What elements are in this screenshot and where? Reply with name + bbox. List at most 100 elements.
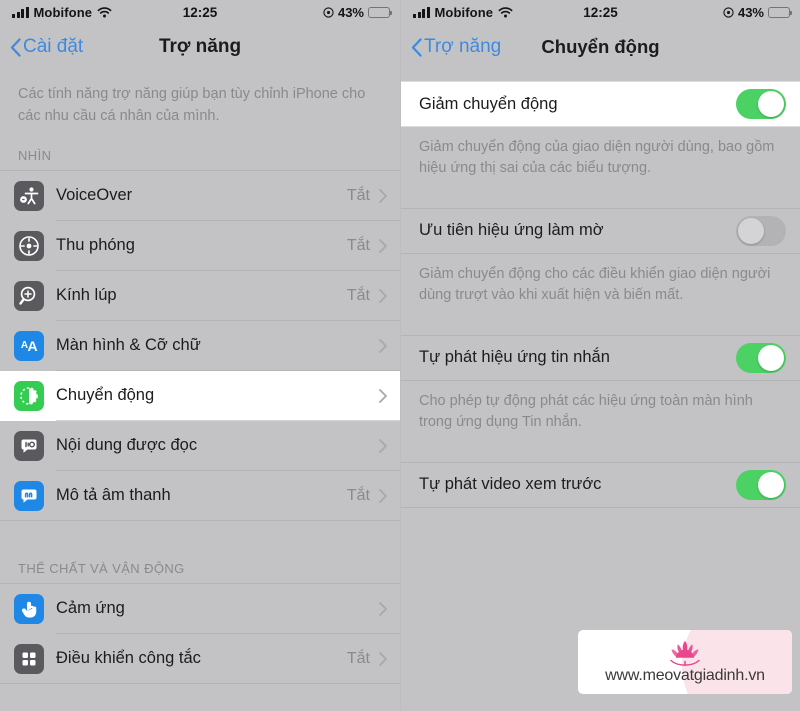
setting-row-auto-play-message-effects[interactable]: Tự phát hiệu ứng tin nhắn [401,334,800,381]
chevron-right-icon [379,288,387,303]
sidebar-item-label: Kính lúp [56,286,117,304]
chevron-right-icon [379,388,387,403]
accessibility-intro-text: Các tính năng trợ năng giúp bạn tùy chỉn… [18,86,366,124]
lotus-flower-icon [670,640,700,666]
watermark-content: www.meovatgiadinh.vn [578,630,792,694]
cellular-bars-icon [12,6,29,18]
wifi-icon [498,6,513,18]
chevron-right-icon [379,338,387,353]
nav-bar-left: Cài đặt Trợ năng [0,24,400,70]
location-services-icon [723,6,734,18]
status-bar-left: Mobifone 12:25 43% [0,0,400,24]
sidebar-item-spoken-content[interactable]: Nội dung được đọc [0,421,400,471]
chevron-left-icon [10,37,21,57]
toggle-auto-play-message-effects[interactable] [736,342,786,373]
toggle-knob [758,471,784,498]
setting-description-auto-play-message-effects: Cho phép tự động phát các hiệu ứng toàn … [419,392,753,431]
sidebar-item-value: Tắt [346,486,370,504]
setting-row-reduce-motion[interactable]: Giảm chuyển động [401,81,800,127]
battery-percent-label: 43% [337,4,364,20]
sidebar-item-label: Chuyển động [56,386,155,404]
toggle-auto-play-video-previews[interactable] [736,469,786,500]
sidebar-item-value: Tắt [346,186,370,204]
toggle-knob [738,217,764,244]
sidebar-item-label: Cảm ứng [56,599,125,617]
dual-screenshot-container: Mobifone 12:25 43% Cài đặt Trợ năng Các … [0,0,800,711]
setting-label: Ưu tiên hiệu ứng làm mờ [419,221,604,240]
sidebar-item-value: Tắt [346,649,370,667]
chevron-right-icon [379,438,387,453]
location-services-icon [323,6,334,18]
back-button-label: Cài đặt [23,36,84,57]
vision-settings-list: VoiceOver Tắt Thu phóng Tắt Kính lúp Tắt [0,169,400,521]
sidebar-item-motion[interactable]: Chuyển động [0,370,400,421]
top-gap [401,70,800,81]
chevron-right-icon [379,601,387,616]
cellular-bars-icon [413,6,430,18]
back-button-settings[interactable]: Cài đặt [10,36,83,58]
carrier-label: Mobifone [33,4,93,20]
touch-icon [14,593,44,624]
display-text-icon: AA [14,330,44,361]
chevron-right-icon [379,238,387,253]
audio-desc-icon [14,480,44,511]
setting-row-prefer-cross-fade[interactable]: Ưu tiên hiệu ứng làm mờ [401,207,800,254]
sidebar-item-audio-descriptions[interactable]: Mô tả âm thanh Tắt [0,471,400,521]
row-gap [401,194,800,208]
toggle-reduce-motion[interactable] [736,89,786,119]
status-bar-left-group: Mobifone [413,5,513,20]
back-button-label: Trợ năng [424,36,502,57]
status-bar-left-group: Mobifone [12,5,112,20]
sidebar-item-display-text-size[interactable]: AA Màn hình & Cỡ chữ [0,321,400,371]
nav-bar-right: Trợ năng Chuyển động [401,24,800,70]
sidebar-item-zoom[interactable]: Thu phóng Tắt [0,221,400,271]
watermark-badge: www.meovatgiadinh.vn [578,630,792,694]
status-bar-right-group: 43% [723,4,793,20]
carrier-label: Mobifone [434,4,494,20]
setting-description-reduce-motion: Giảm chuyển động của giao diện người dùn… [419,139,775,177]
section-header-vision: NHÌN [18,147,52,163]
toggle-knob [758,344,784,371]
sidebar-item-magnifier[interactable]: Kính lúp Tắt [0,271,400,321]
right-phone-screen: Mobifone 12:25 43% Trợ năng Chuyển động … [400,0,800,711]
back-button-accessibility[interactable]: Trợ năng [411,36,501,58]
sidebar-item-label: Mô tả âm thanh [56,486,171,504]
setting-row-auto-play-video-previews[interactable]: Tự phát video xem trước [401,461,800,508]
magnifier-icon [14,280,44,311]
battery-icon [368,6,393,18]
chevron-left-icon [411,37,422,57]
wifi-icon [97,6,112,18]
battery-percent-label: 43% [737,4,764,20]
sidebar-item-label: Nội dung được đọc [56,436,198,454]
sidebar-item-label: Thu phóng [56,236,135,254]
status-bar-right: Mobifone 12:25 43% [401,0,800,24]
setting-label: Giảm chuyển động [419,94,558,113]
left-phone-screen: Mobifone 12:25 43% Cài đặt Trợ năng Các … [0,0,400,711]
sidebar-item-value: Tắt [346,236,370,254]
toggle-prefer-cross-fade[interactable] [736,215,786,246]
sidebar-item-touch[interactable]: Cảm ứng [0,584,400,634]
chevron-right-icon [379,188,387,203]
sidebar-item-label: Màn hình & Cỡ chữ [56,336,201,354]
setting-description-prefer-cross-fade: Giảm chuyển động cho các điều khiển giao… [419,265,771,304]
section-header-physical: THỂ CHẤT VÀ VẬN ĐỘNG [18,560,185,576]
physical-settings-list: Cảm ứng Điều khiển công tắc Tắt [0,582,400,684]
switch-control-icon [14,643,44,674]
sidebar-item-value: Tắt [346,286,370,304]
chevron-right-icon [379,488,387,503]
sidebar-item-label: Điều khiển công tắc [56,649,201,667]
sidebar-item-switch-control[interactable]: Điều khiển công tắc Tắt [0,634,400,684]
spoken-content-icon [14,430,44,461]
zoom-icon [14,230,44,261]
status-bar-right-group: 43% [323,4,393,20]
row-gap [401,321,800,335]
row-gap [401,448,800,462]
setting-label: Tự phát hiệu ứng tin nhắn [419,348,610,367]
sidebar-item-voiceover[interactable]: VoiceOver Tắt [0,171,400,221]
sidebar-item-label: VoiceOver [56,186,133,204]
setting-label: Tự phát video xem trước [419,475,602,494]
battery-icon [768,6,793,18]
chevron-right-icon [379,651,387,666]
motion-icon [14,380,44,411]
